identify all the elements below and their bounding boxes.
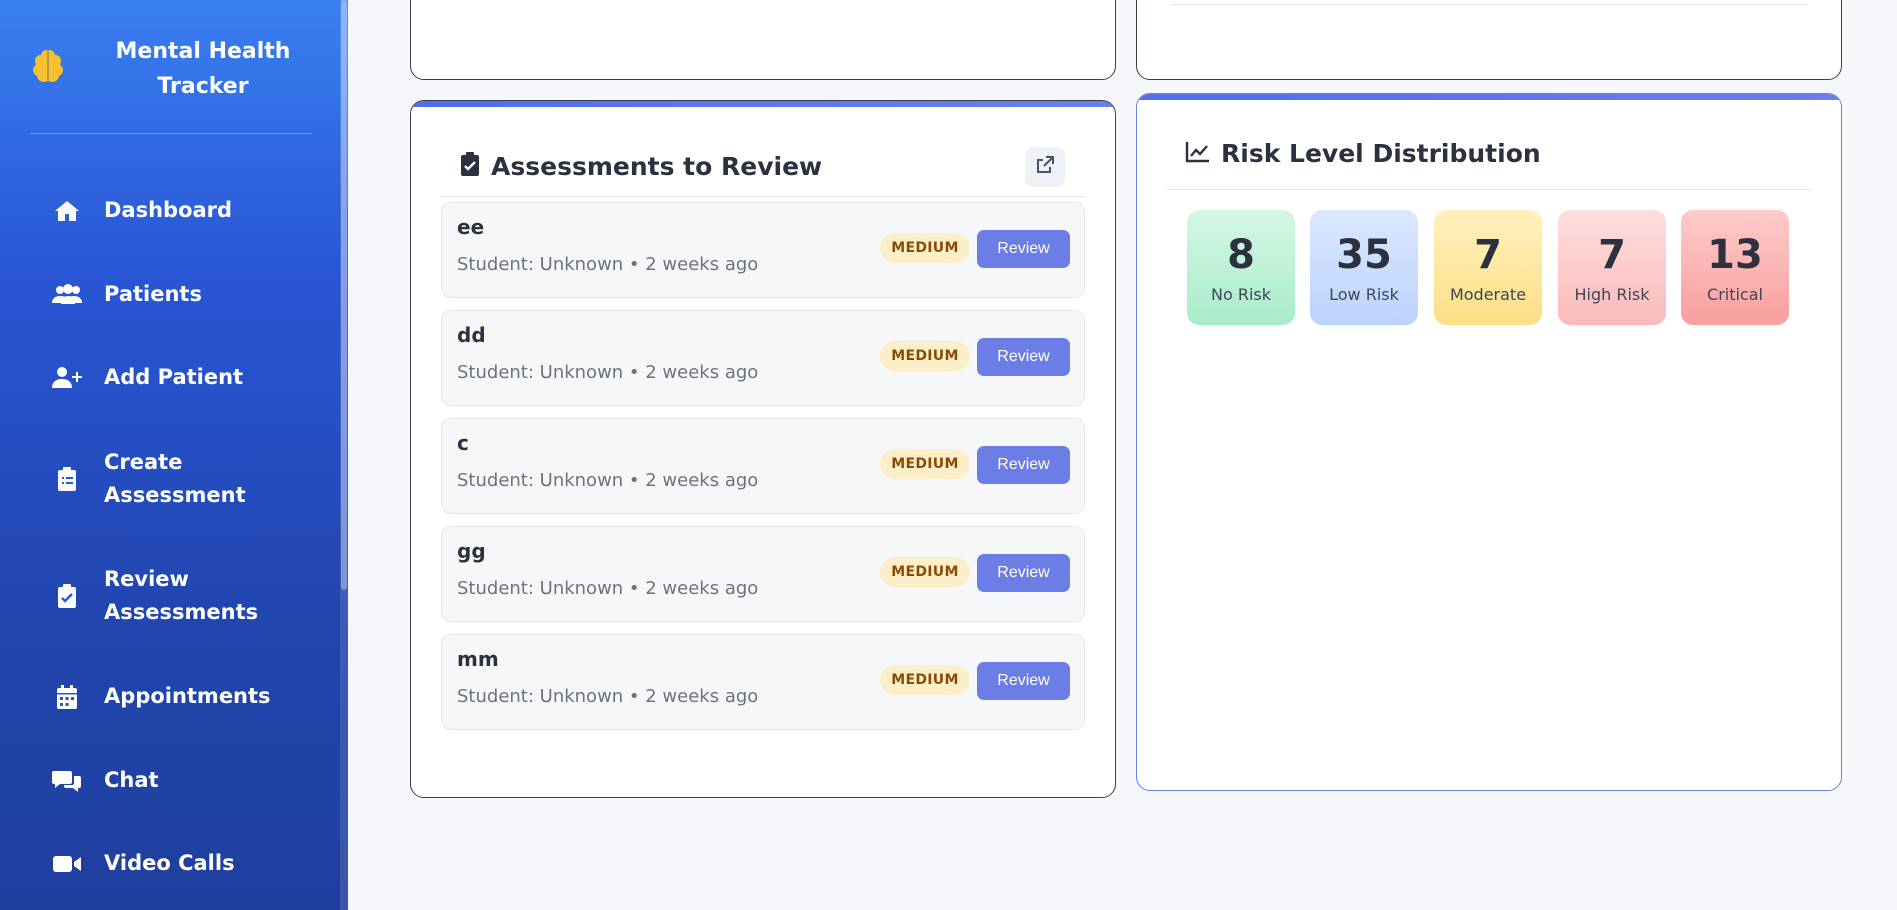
risk-count: 7	[1474, 232, 1502, 278]
external-link-icon	[1035, 155, 1055, 179]
header-divider	[1167, 189, 1811, 190]
brand[interactable]: Mental Health Tracker	[28, 28, 313, 108]
comments-icon	[52, 768, 82, 794]
assessment-meta: Student: Unknown • 2 weeks ago	[457, 254, 759, 275]
brand-name: Mental Health Tracker	[115, 39, 291, 99]
calendar-icon	[52, 684, 82, 710]
risk-count: 8	[1227, 232, 1255, 278]
clipboard-check-icon	[52, 583, 82, 609]
review-button[interactable]: Review	[977, 338, 1070, 376]
divider	[1171, 4, 1807, 5]
review-button[interactable]: Review	[977, 230, 1070, 268]
user-plus-icon	[52, 365, 82, 391]
users-icon	[52, 282, 82, 308]
sidebar-item-video-calls[interactable]: Video Calls	[52, 847, 332, 880]
assessment-title: ee	[457, 215, 485, 239]
assessment-meta: Student: Unknown • 2 weeks ago	[457, 578, 759, 599]
card-partial-left	[410, 0, 1116, 80]
home-icon	[52, 198, 82, 224]
severity-badge: MEDIUM	[880, 233, 970, 263]
review-button[interactable]: Review	[977, 554, 1070, 592]
open-assessments-button[interactable]	[1025, 147, 1065, 187]
sidebar-item-appointments[interactable]: Appointments	[52, 680, 332, 713]
header-divider	[441, 196, 1085, 197]
risk-title: Risk Level Distribution	[1221, 139, 1541, 168]
sidebar-item-create-assessment[interactable]: Create Assessment	[52, 446, 332, 512]
risk-label: Critical	[1707, 285, 1763, 304]
risk-tile-no-risk[interactable]: 8 No Risk	[1187, 210, 1295, 325]
card-accent-bar	[411, 101, 1115, 107]
clipboard-list-icon	[52, 466, 82, 492]
risk-tile-critical[interactable]: 13 Critical	[1681, 210, 1789, 325]
sidebar-item-dashboard[interactable]: Dashboard	[52, 194, 332, 227]
severity-badge: MEDIUM	[880, 557, 970, 587]
sidebar-item-chat[interactable]: Chat	[52, 764, 332, 797]
risk-tile-moderate[interactable]: 7 Moderate	[1434, 210, 1542, 325]
sidebar-divider	[30, 133, 312, 134]
list-item: mm Student: Unknown • 2 weeks ago MEDIUM…	[441, 634, 1085, 730]
sidebar-item-patients[interactable]: Patients	[52, 278, 332, 311]
sidebar-item-label: Create Assessment	[104, 450, 246, 507]
risk-label: Low Risk	[1329, 285, 1399, 304]
assessment-meta: Student: Unknown • 2 weeks ago	[457, 470, 759, 491]
sidebar-item-label: Chat	[104, 768, 159, 792]
card-accent-bar	[1137, 94, 1841, 100]
chart-line-icon	[1185, 140, 1211, 168]
risk-count: 7	[1598, 232, 1626, 278]
assessment-title: gg	[457, 539, 486, 563]
sidebar: Mental Health Tracker Dashboard Patients…	[0, 0, 348, 910]
clipboard-check-icon	[459, 151, 481, 181]
assessment-title: dd	[457, 323, 486, 347]
list-item: c Student: Unknown • 2 weeks ago MEDIUM …	[441, 418, 1085, 514]
sidebar-item-label: Patients	[104, 282, 202, 306]
risk-label: Moderate	[1449, 285, 1527, 304]
sidebar-scrollbar-thumb[interactable]	[341, 0, 347, 590]
risk-count: 35	[1336, 232, 1392, 278]
brain-icon	[28, 46, 68, 86]
list-item: dd Student: Unknown • 2 weeks ago MEDIUM…	[441, 310, 1085, 406]
severity-badge: MEDIUM	[880, 341, 970, 371]
video-icon	[52, 851, 82, 877]
risk-tile-low-risk[interactable]: 35 Low Risk	[1310, 210, 1418, 325]
assessment-title: mm	[457, 647, 499, 671]
sidebar-item-label: Appointments	[104, 684, 271, 708]
list-item: ee Student: Unknown • 2 weeks ago MEDIUM…	[441, 202, 1085, 298]
risk-header: Risk Level Distribution	[1185, 139, 1541, 168]
assessment-title: c	[457, 431, 469, 455]
risk-distribution-card: Risk Level Distribution 8 No Risk 35 Low…	[1136, 93, 1842, 791]
sidebar-item-label: Video Calls	[104, 851, 235, 875]
sidebar-item-label: Review Assessments	[104, 567, 259, 624]
risk-count: 13	[1707, 232, 1763, 278]
assessments-title: Assessments to Review	[491, 151, 823, 181]
sidebar-item-label: Add Patient	[104, 365, 244, 389]
sidebar-item-add-patient[interactable]: Add Patient	[52, 361, 332, 394]
risk-tile-high-risk[interactable]: 7 High Risk	[1558, 210, 1666, 325]
sidebar-item-label: Dashboard	[104, 198, 233, 222]
card-partial-right	[1136, 0, 1842, 80]
sidebar-scrollbar[interactable]	[340, 0, 348, 910]
assessment-meta: Student: Unknown • 2 weeks ago	[457, 686, 759, 707]
sidebar-item-review-assessments[interactable]: Review Assessments	[52, 563, 332, 629]
assessments-header: Assessments to Review	[459, 151, 822, 181]
severity-badge: MEDIUM	[880, 449, 970, 479]
review-button[interactable]: Review	[977, 446, 1070, 484]
list-item: gg Student: Unknown • 2 weeks ago MEDIUM…	[441, 526, 1085, 622]
assessment-meta: Student: Unknown • 2 weeks ago	[457, 362, 759, 383]
assessments-card: Assessments to Review ee Student: Unknow…	[410, 100, 1116, 798]
review-button[interactable]: Review	[977, 662, 1070, 700]
risk-label: High Risk	[1574, 285, 1650, 304]
severity-badge: MEDIUM	[880, 665, 970, 695]
risk-label: No Risk	[1210, 285, 1271, 304]
